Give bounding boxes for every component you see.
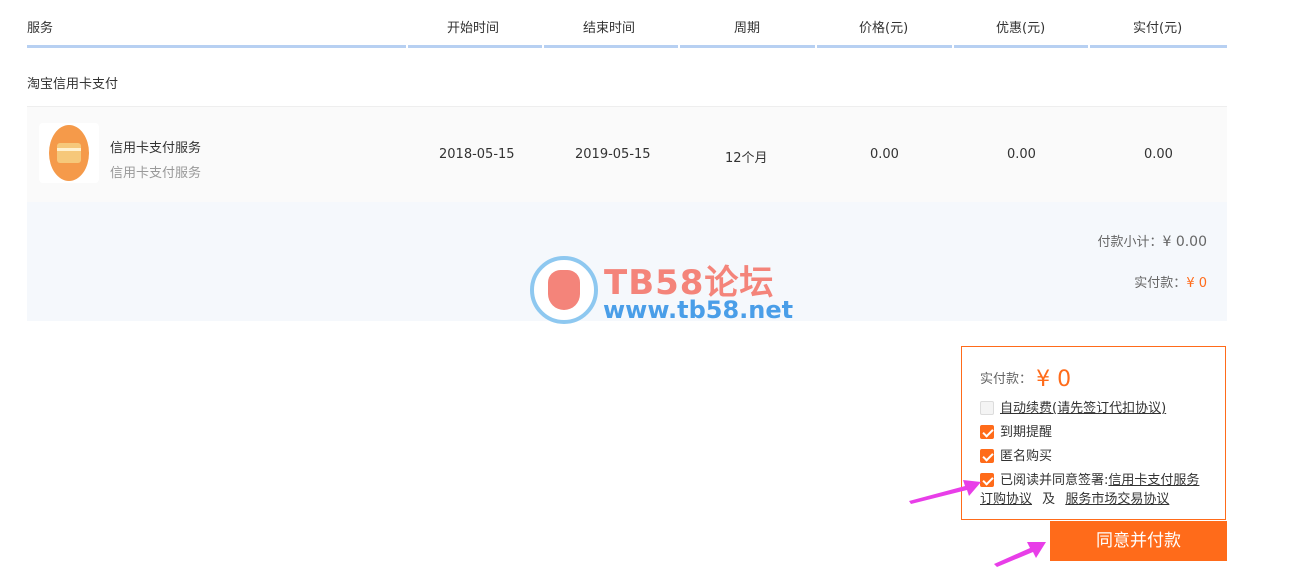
anonymous-label: 匿名购买 — [1000, 449, 1053, 464]
agreement-option[interactable]: 已阅读并同意签署:信用卡支付服务 — [980, 469, 1199, 488]
watermark-url: www.tb58.net — [603, 296, 794, 324]
subtotal-label: 付款小计： — [1097, 235, 1163, 250]
watermark-hand-logo — [530, 256, 598, 324]
annotation-arrow — [994, 542, 1046, 567]
header-paid: 实付(元) — [1133, 21, 1183, 36]
header-discount: 优惠(元) — [996, 21, 1046, 36]
payment-total-value: ¥ 0 — [1036, 367, 1072, 392]
anonymous-checkbox[interactable] — [980, 449, 994, 463]
header-underline — [27, 45, 406, 48]
header-underline — [680, 45, 815, 48]
summary-paid-label: 实付款： — [1134, 276, 1187, 291]
header-end-time: 结束时间 — [583, 21, 636, 36]
subtotal-line: 付款小计：¥ 0.00 — [1097, 231, 1207, 250]
header-underline — [954, 45, 1088, 48]
header-underline — [817, 45, 952, 48]
agree-and-pay-button[interactable]: 同意并付款 — [1050, 521, 1227, 561]
period-value: 12个月 — [725, 151, 768, 166]
auto-renew-option[interactable]: 自动续费(请先签订代扣协议) — [980, 397, 1166, 416]
expiry-reminder-option[interactable]: 到期提醒 — [980, 421, 1052, 440]
agreement-second-line: 订购协议 及 服务市场交易协议 — [980, 488, 1169, 507]
header-price: 价格(元) — [859, 21, 909, 36]
expiry-reminder-checkbox[interactable] — [980, 425, 994, 439]
header-underline — [544, 45, 678, 48]
summary-paid-line: 实付款：¥ 0 — [1134, 272, 1207, 291]
subtotal-value: ¥ 0.00 — [1162, 234, 1207, 250]
service-subtitle: 信用卡支付服务 — [110, 166, 202, 181]
annotation-arrow — [909, 480, 981, 504]
payment-total-label: 实付款： — [980, 372, 1033, 387]
agreement1-link-cont[interactable]: 订购协议 — [980, 492, 1032, 507]
end-date: 2019-05-15 — [575, 147, 651, 162]
header-start-time: 开始时间 — [447, 21, 500, 36]
agreement-prefix: 已阅读并同意签署: — [1000, 473, 1109, 488]
expiry-reminder-label: 到期提醒 — [1000, 425, 1053, 440]
auto-renew-checkbox[interactable] — [980, 401, 994, 415]
table-row: 信用卡支付服务 信用卡支付服务 2018-05-15 2019-05-15 12… — [27, 106, 1227, 203]
summary-paid-value: ¥ 0 — [1186, 276, 1207, 291]
start-date: 2018-05-15 — [439, 147, 515, 162]
header-period: 周期 — [734, 21, 761, 36]
header-service: 服务 — [27, 21, 54, 36]
service-icon-frame — [39, 123, 99, 183]
auto-renew-link[interactable]: 自动续费(请先签订代扣协议) — [1000, 401, 1166, 416]
and-text: 及 — [1042, 492, 1056, 507]
header-underline — [1090, 45, 1227, 48]
section-title: 淘宝信用卡支付 — [27, 77, 119, 92]
discount-value: 0.00 — [1007, 147, 1036, 162]
payment-total: 实付款： ¥ 0 — [980, 367, 1071, 392]
paid-value: 0.00 — [1144, 147, 1173, 162]
agreement1-link[interactable]: 信用卡支付服务 — [1108, 473, 1199, 488]
credit-card-icon — [49, 125, 89, 181]
anonymous-option[interactable]: 匿名购买 — [980, 445, 1052, 464]
payment-panel: 实付款： ¥ 0 自动续费(请先签订代扣协议) 到期提醒 匿名购买 已阅读并同意… — [961, 346, 1226, 520]
header-underline — [408, 45, 542, 48]
table-header: 服务 开始时间 结束时间 周期 价格(元) 优惠(元) 实付(元) — [27, 0, 1227, 48]
price-value: 0.00 — [870, 147, 899, 162]
service-name: 信用卡支付服务 — [110, 141, 202, 156]
agreement2-link[interactable]: 服务市场交易协议 — [1065, 492, 1169, 507]
